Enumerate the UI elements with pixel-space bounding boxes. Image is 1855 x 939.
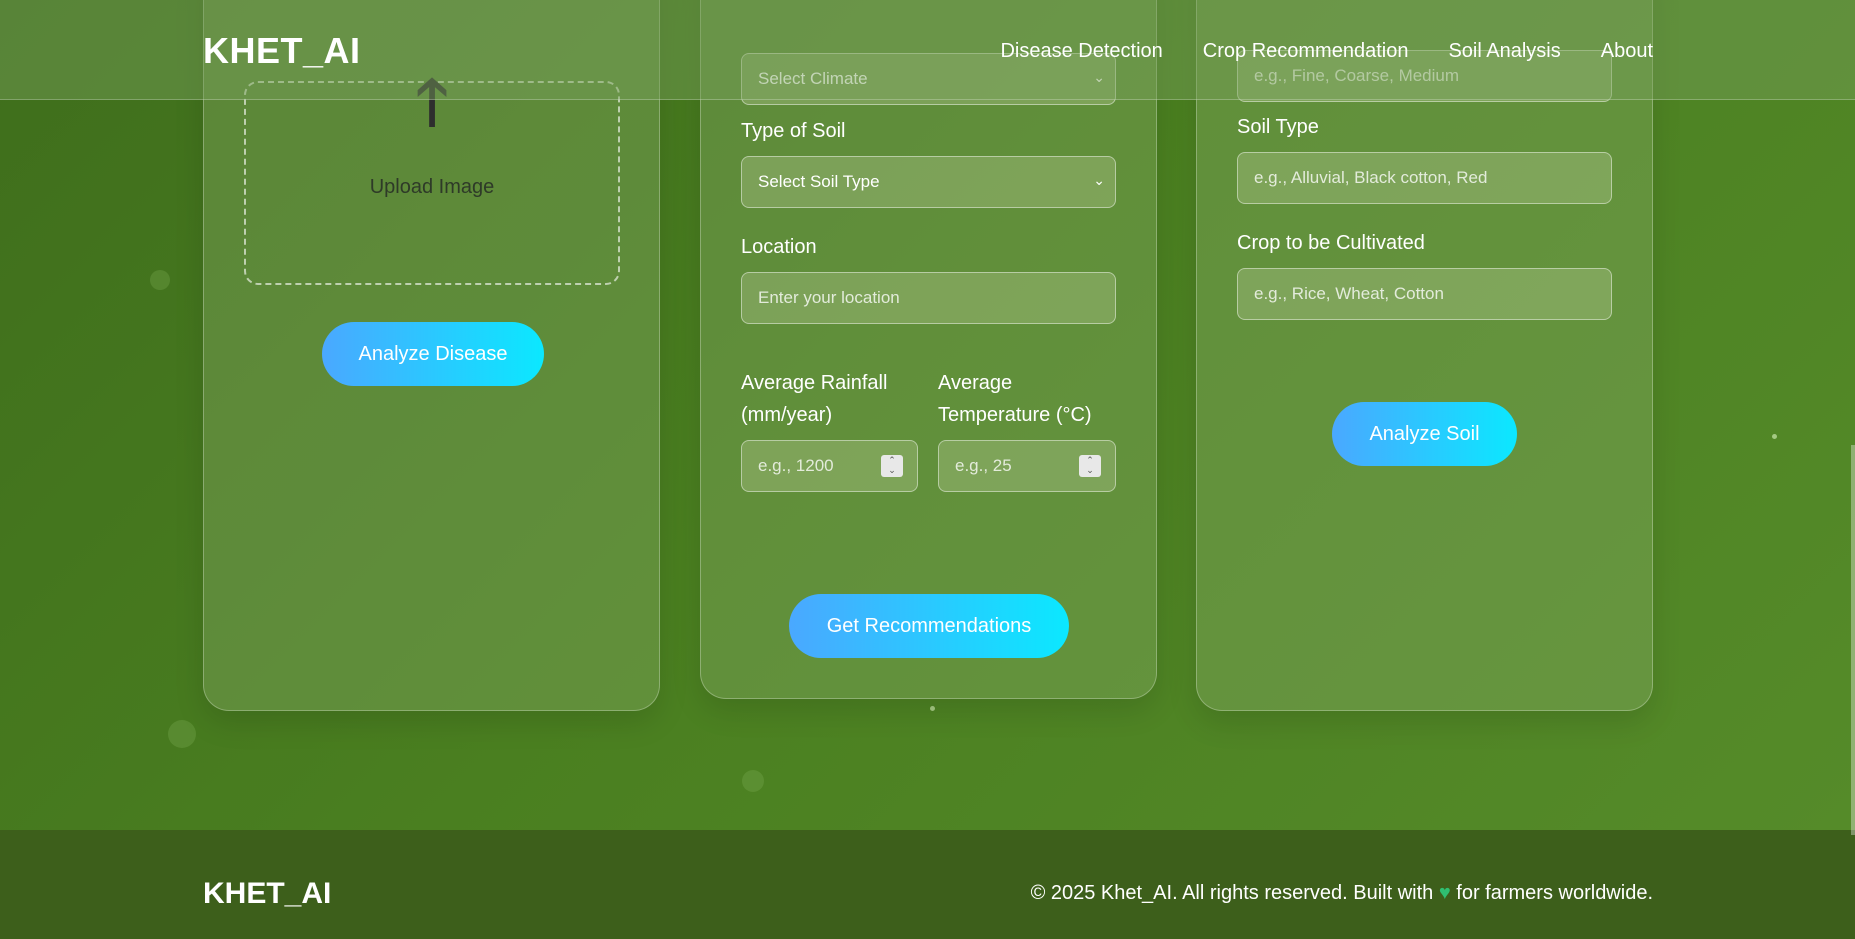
- background-dot: [742, 770, 764, 792]
- footer: KHET_AI © 2025 Khet_AI. All rights reser…: [0, 830, 1855, 939]
- upload-label: Upload Image: [369, 176, 495, 198]
- nav-crop-recommendation[interactable]: Crop Recommendation: [1203, 40, 1409, 63]
- background-dot: [930, 706, 935, 711]
- nav-soil-analysis[interactable]: Soil Analysis: [1448, 40, 1560, 63]
- page-scrollbar[interactable]: [1851, 445, 1855, 835]
- background-dot: [168, 720, 196, 748]
- rainfall-label-line1: Average Rainfall: [741, 372, 888, 394]
- nav-disease-detection[interactable]: Disease Detection: [1000, 40, 1162, 63]
- chevron-down-icon: ⌄: [1093, 172, 1105, 188]
- soil-type-label: Type of Soil: [741, 120, 846, 142]
- soil-type-select-value: Select Soil Type: [758, 172, 880, 191]
- number-spinner-icon[interactable]: ⌃ ⌄: [881, 455, 903, 477]
- upload-dropzone[interactable]: 🡑 Upload Image: [244, 66, 620, 285]
- location-label: Location: [741, 236, 817, 258]
- temperature-input[interactable]: e.g., 25 ⌃ ⌄: [938, 440, 1116, 492]
- footer-copyright-tail: for farmers worldwide.: [1456, 882, 1653, 904]
- soil-type-input[interactable]: e.g., Alluvial, Black cotton, Red: [1237, 152, 1612, 204]
- top-navbar: KHET_AI Disease Detection Crop Recommend…: [0, 0, 1855, 100]
- crop-to-cultivate-input[interactable]: e.g., Rice, Wheat, Cotton: [1237, 268, 1612, 320]
- number-spinner-icon[interactable]: ⌃ ⌄: [1079, 455, 1101, 477]
- rainfall-label-line2: (mm/year): [741, 404, 833, 426]
- background-dot: [1772, 434, 1777, 439]
- footer-copyright-text: © 2025 Khet_AI. All rights reserved. Bui…: [1030, 882, 1434, 904]
- rainfall-placeholder: e.g., 1200: [758, 456, 834, 475]
- temperature-placeholder: e.g., 25: [955, 456, 1012, 475]
- get-recommendations-button[interactable]: Get Recommendations: [789, 594, 1069, 658]
- temperature-label-line2: Temperature (°C): [938, 404, 1092, 426]
- temperature-label-line1: Average: [938, 372, 1013, 394]
- rainfall-input[interactable]: e.g., 1200 ⌃ ⌄: [741, 440, 918, 492]
- footer-logo: KHET_AI: [203, 877, 332, 910]
- nav-about[interactable]: About: [1601, 40, 1653, 63]
- soil-type-label: Soil Type: [1237, 116, 1319, 138]
- background-dot: [150, 270, 170, 290]
- footer-copyright: © 2025 Khet_AI. All rights reserved. Bui…: [1031, 882, 1653, 905]
- main-nav: Disease Detection Crop Recommendation So…: [1000, 40, 1653, 63]
- analyze-soil-button[interactable]: Analyze Soil: [1332, 402, 1517, 466]
- soil-analysis-card: e.g., Fine, Coarse, Medium Soil Type e.g…: [1196, 0, 1653, 711]
- location-input[interactable]: Enter your location: [741, 272, 1116, 324]
- crop-recommendation-card: Select Climate ⌄ Type of Soil Select Soi…: [700, 0, 1157, 699]
- soil-type-select[interactable]: Select Soil Type ⌄: [741, 156, 1116, 208]
- analyze-disease-button[interactable]: Analyze Disease: [322, 322, 544, 386]
- disease-detection-card: 🡑 Upload Image Analyze Disease: [203, 0, 660, 711]
- crop-to-cultivate-label: Crop to be Cultivated: [1237, 232, 1425, 254]
- site-logo[interactable]: KHET_AI: [203, 30, 361, 72]
- green-heart-icon: ♥: [1438, 882, 1451, 904]
